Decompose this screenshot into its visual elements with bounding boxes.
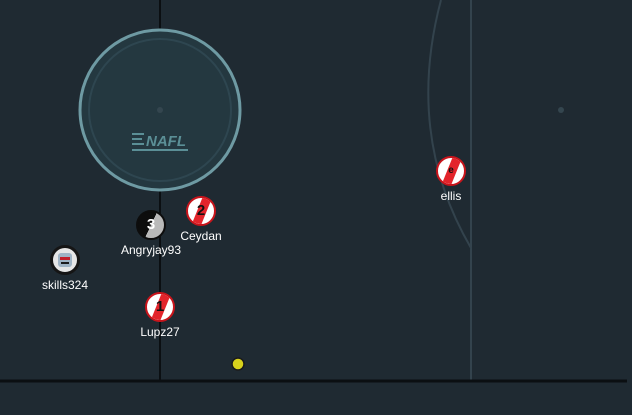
player-name: skills324 xyxy=(41,278,89,292)
player-disc: e xyxy=(436,156,466,186)
player-skills324[interactable]: skills324 xyxy=(20,245,110,292)
player-avatar xyxy=(50,245,80,275)
ball[interactable] xyxy=(231,357,245,371)
player-number: e xyxy=(448,165,454,176)
player-ellis[interactable]: e ellis xyxy=(406,156,496,203)
player-angryjay93[interactable]: 3 Angryjay93 xyxy=(106,210,196,257)
player-number: 3 xyxy=(146,216,156,233)
player-disc: 3 xyxy=(136,210,166,240)
player-name: Angryjay93 xyxy=(120,243,182,257)
player-name: Lupz27 xyxy=(140,325,180,339)
player-name: ellis xyxy=(440,189,462,203)
goal-spot xyxy=(558,107,564,113)
player-number: 1 xyxy=(155,298,165,315)
center-spot xyxy=(157,107,163,113)
game-pitch: NAFL xyxy=(0,0,632,415)
player-lupz27[interactable]: 1 Lupz27 xyxy=(115,292,205,339)
player-disc: 1 xyxy=(145,292,175,322)
logo-text: NAFL xyxy=(146,133,186,150)
